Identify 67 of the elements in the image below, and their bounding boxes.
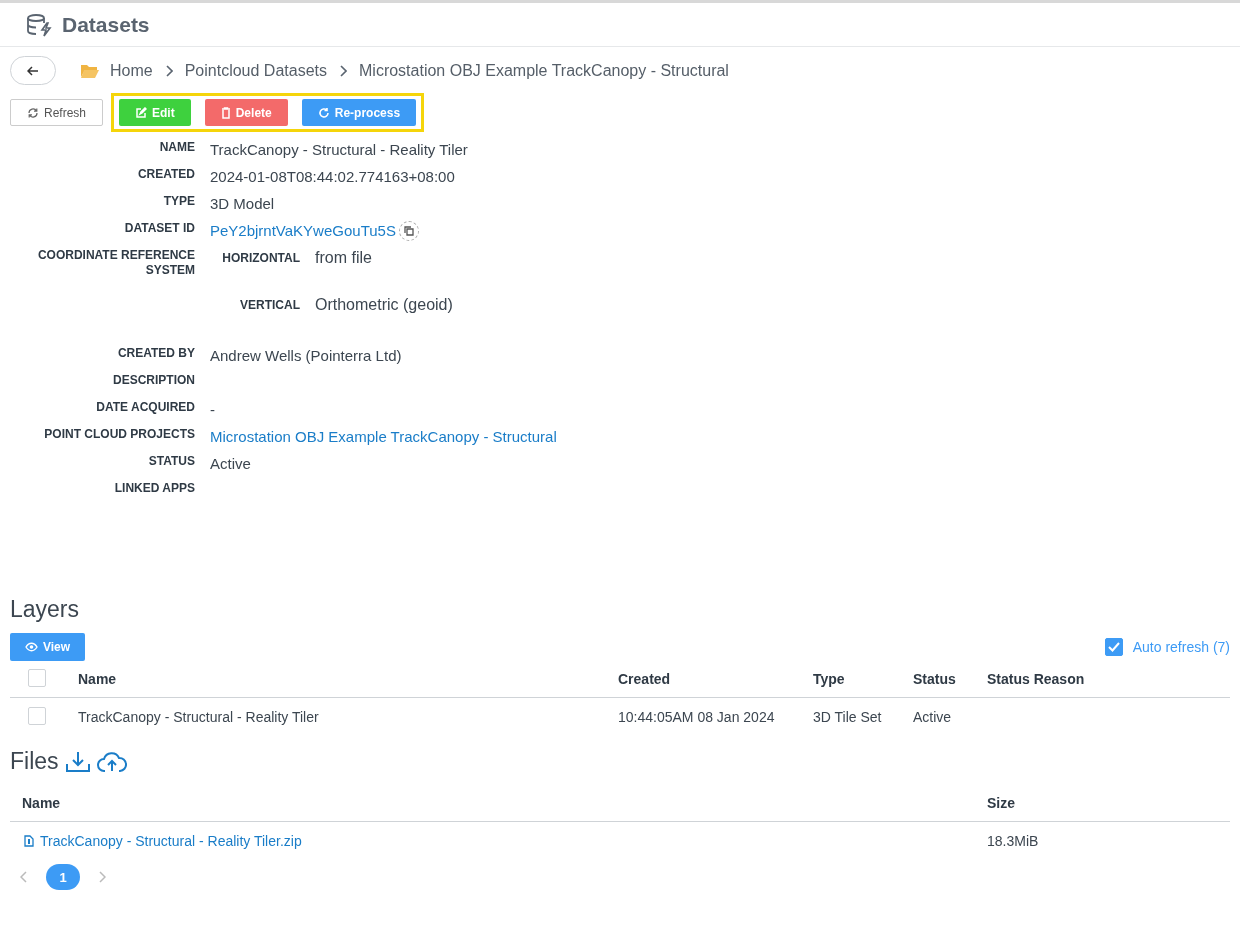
section-title: Layers	[10, 596, 81, 623]
field-label: CREATED	[136, 166, 195, 183]
field-value: Andrew Wells (Pointerra Ltd)	[210, 346, 402, 365]
refresh-icon	[27, 106, 39, 119]
field-value: Active	[210, 454, 251, 473]
chevron-left-icon[interactable]	[20, 871, 28, 883]
field-label: DESCRIPTION	[112, 372, 195, 389]
field-label: LINKED APPS	[113, 480, 195, 497]
reprocess-button[interactable]: Re-process	[301, 99, 417, 126]
field-label: TYPE	[162, 193, 195, 210]
trash-icon	[220, 106, 231, 119]
field-label: COORDINATE REFERENCE SYSTEM	[36, 247, 195, 279]
field-label: DATE ACQUIRED	[95, 399, 195, 416]
table-cell: TrackCanopy - Structural - Reality Tiler	[78, 709, 319, 725]
column-header: Created	[618, 671, 671, 687]
column-header: Name	[78, 671, 117, 687]
field-label: CREATED BY	[116, 345, 195, 362]
refresh-button[interactable]: Refresh	[10, 99, 104, 126]
field-label: STATUS	[147, 453, 195, 470]
field-value: from file	[315, 248, 372, 267]
download-icon[interactable]	[64, 749, 91, 774]
project-link[interactable]: Microstation OBJ Example TrackCanopy - Structural	[210, 427, 557, 446]
auto-refresh-label[interactable]: Auto refresh (7)	[1132, 639, 1230, 655]
field-value: TrackCanopy - Structural - Reality Tiler	[210, 140, 468, 159]
eye-icon	[25, 642, 38, 652]
field-value: 3D Model	[210, 194, 275, 213]
delete-button[interactable]: Delete	[204, 99, 288, 126]
breadcrumb-link[interactable]: Pointcloud Datasets	[184, 61, 327, 80]
dataset-id-link[interactable]: PeY2bjrntVaKYweGouTu5S	[210, 221, 396, 240]
cloud-upload-icon[interactable]	[96, 750, 127, 773]
chevron-right-icon[interactable]	[98, 871, 106, 883]
checkbox[interactable]	[1104, 638, 1123, 656]
column-header: Name	[22, 795, 61, 811]
column-header: Status Reason	[987, 671, 1085, 687]
file-icon	[24, 834, 34, 847]
table-cell: 10:44:05AM 08 Jan 2024	[618, 709, 775, 725]
field-value: -	[210, 400, 215, 419]
view-button[interactable]: View	[10, 633, 86, 661]
file-link[interactable]: TrackCanopy - Structural - Reality Tiler.zip	[24, 832, 302, 849]
column-header: Status	[913, 671, 956, 687]
arrow-left-icon	[27, 65, 39, 76]
table-cell: 18.3MiB	[987, 833, 1039, 849]
field-value: Orthometric (geoid)	[315, 295, 453, 314]
chevron-right-icon	[339, 64, 347, 77]
back-button[interactable]	[10, 56, 56, 85]
folder-icon	[80, 62, 100, 79]
section-title: Files	[10, 748, 59, 775]
field-value: 2024-01-08T08:44:02.774163+08:00	[210, 167, 455, 186]
checkbox[interactable]	[28, 706, 46, 725]
page-button[interactable]: 1	[46, 864, 80, 890]
breadcrumb-link[interactable]: Microstation OBJ Example TrackCanopy - Structural	[359, 61, 729, 80]
page-title: Datasets	[62, 12, 150, 37]
table-cell: Active	[913, 709, 952, 725]
copy-icon[interactable]	[398, 220, 419, 241]
field-label: DATASET ID	[123, 220, 195, 237]
field-label: HORIZONTAL	[221, 250, 300, 267]
field-label: POINT CLOUD PROJECTS	[43, 426, 195, 443]
field-label: VERTICAL	[239, 297, 300, 314]
checkbox[interactable]	[28, 668, 46, 687]
column-header: Type	[813, 671, 845, 687]
table-cell: 3D Tile Set	[813, 709, 882, 725]
edit-icon	[135, 106, 148, 119]
chevron-right-icon	[164, 64, 173, 77]
refresh-icon	[317, 106, 330, 119]
column-header: Size	[987, 795, 1015, 811]
field-label: NAME	[158, 139, 195, 156]
breadcrumb-link[interactable]: Home	[110, 61, 153, 80]
